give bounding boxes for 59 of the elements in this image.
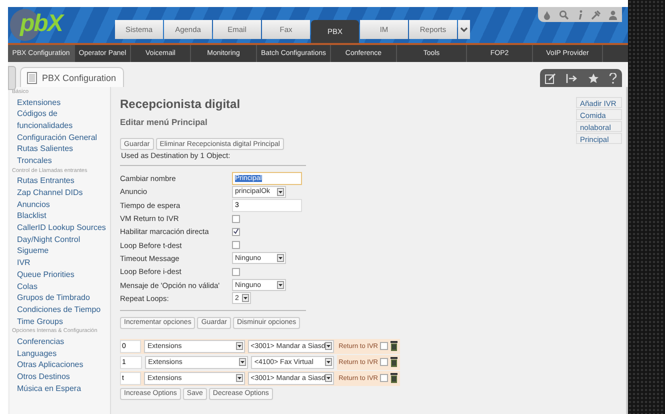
trash-icon[interactable] bbox=[390, 373, 398, 384]
sidebar-item[interactable]: Otros Destinos bbox=[10, 370, 110, 383]
sidebar-item[interactable]: Troncales bbox=[10, 155, 110, 167]
sidebar-item[interactable]: Códigos de funcionalidades bbox=[10, 108, 110, 132]
checkbox[interactable] bbox=[232, 268, 240, 276]
sidebar-item[interactable]: Condiciones de Tiempo bbox=[10, 304, 110, 316]
dropdown-arrow-icon bbox=[239, 358, 246, 366]
dropdown-arrow-icon bbox=[277, 254, 284, 262]
search-icon[interactable] bbox=[558, 10, 569, 20]
trash-icon[interactable] bbox=[390, 357, 398, 368]
sidebar-item[interactable]: Day/Night Control bbox=[10, 234, 110, 246]
more-tabs-button[interactable] bbox=[458, 20, 470, 39]
dropdown-arrow-icon bbox=[324, 358, 332, 366]
checkbox[interactable] bbox=[380, 342, 388, 350]
dropdown-arrow-icon bbox=[277, 281, 284, 290]
drop-icon[interactable] bbox=[542, 10, 552, 20]
page-title: Recepcionista digital bbox=[120, 97, 242, 113]
dropdown-arrow-icon bbox=[325, 342, 332, 350]
sidebar-item[interactable]: Extensiones bbox=[10, 96, 110, 108]
checkbox[interactable] bbox=[380, 374, 388, 382]
chevron-down-icon bbox=[460, 26, 468, 32]
sidebar-item[interactable]: Time Groups bbox=[10, 316, 110, 328]
document-icon bbox=[27, 72, 37, 84]
dropdown-arrow-icon bbox=[277, 188, 284, 196]
sidebar-item[interactable]: Zap Channel DIDs bbox=[10, 186, 110, 199]
sidebar-item[interactable]: Otras Aplicaciones bbox=[10, 359, 110, 371]
sidebar-item[interactable]: Queue Priorities bbox=[10, 268, 110, 281]
dropdown-arrow-icon bbox=[236, 374, 243, 382]
sidebar-item[interactable]: Blacklist bbox=[10, 210, 110, 222]
dropdown-arrow-icon bbox=[325, 374, 332, 382]
sidebar-item[interactable]: Colas bbox=[10, 280, 110, 292]
sidebar-item[interactable]: Rutas Salientes bbox=[10, 143, 110, 156]
sidebar-item[interactable]: Sigueme bbox=[10, 245, 110, 258]
sidebar-item[interactable]: Música en Espera bbox=[10, 382, 110, 394]
panel-tab[interactable]: PBX Configuration bbox=[20, 67, 124, 87]
dropdown-arrow-icon bbox=[236, 342, 243, 350]
trash-icon[interactable] bbox=[390, 341, 398, 352]
star-icon[interactable] bbox=[588, 72, 599, 84]
collapse-handle[interactable] bbox=[8, 66, 16, 90]
export-icon[interactable] bbox=[566, 72, 578, 84]
sidebar-item[interactable]: Anuncios bbox=[10, 198, 110, 210]
sidebar-item[interactable]: Conferencias bbox=[10, 336, 110, 348]
edit-icon[interactable] bbox=[545, 72, 556, 84]
sidebar-item[interactable]: Languages bbox=[10, 348, 110, 360]
checkbox[interactable] bbox=[232, 241, 240, 250]
sidebar-item[interactable]: Rutas Entrantes bbox=[10, 175, 110, 187]
logo: pbX bbox=[8, 7, 103, 43]
sidebar-item[interactable]: Grupos de Timbrado bbox=[10, 292, 110, 304]
user-icon[interactable] bbox=[608, 10, 618, 20]
help-icon[interactable] bbox=[608, 72, 617, 84]
dropdown-arrow-icon bbox=[242, 294, 249, 302]
sidebar-item[interactable]: Configuración General bbox=[10, 132, 110, 144]
checkbox[interactable] bbox=[232, 214, 240, 223]
sidebar-item[interactable]: IVR bbox=[10, 257, 110, 269]
tools-icon[interactable] bbox=[591, 10, 602, 20]
sidebar-item[interactable]: CallerID Lookup Sources bbox=[10, 222, 110, 234]
checkbox[interactable] bbox=[380, 358, 388, 366]
section-title: Editar menú Principal bbox=[120, 117, 208, 129]
checkbox[interactable] bbox=[232, 228, 240, 236]
